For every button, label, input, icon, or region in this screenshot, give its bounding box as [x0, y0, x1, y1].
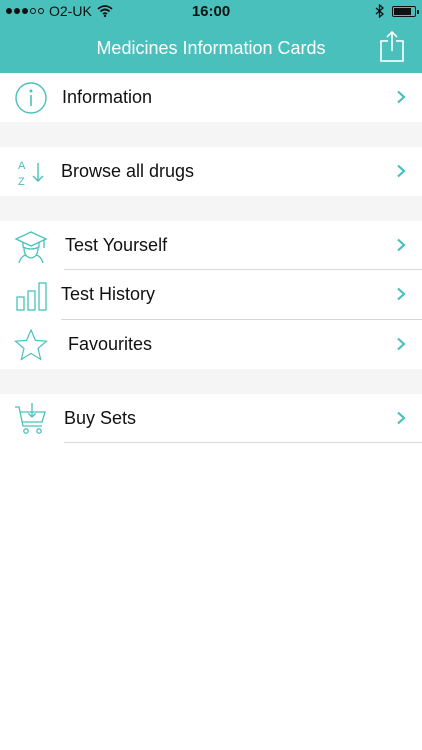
page-title: Medicines Information Cards [96, 38, 326, 58]
menu-item-browse[interactable]: A Z Browse all drugs [0, 147, 422, 196]
section-separator [0, 369, 422, 394]
star-icon [14, 328, 48, 361]
graduate-icon [14, 231, 48, 263]
menu-item-label: Test History [61, 284, 156, 304]
menu-item-information[interactable]: Information [0, 73, 422, 122]
status-right [375, 4, 419, 18]
info-icon [15, 82, 47, 114]
section-separator [0, 122, 422, 147]
battery-icon [392, 5, 419, 17]
nav-bar: O2-UK 16:00 Medicines Information Cards [0, 0, 422, 73]
share-icon[interactable] [378, 30, 406, 62]
bar-chart-icon [16, 282, 47, 311]
bluetooth-icon [375, 4, 384, 18]
status-bar: O2-UK 16:00 [0, 0, 422, 24]
svg-text:Z: Z [18, 176, 25, 188]
chevron-right-icon [397, 287, 406, 301]
az-sort-icon: A Z [18, 160, 44, 188]
menu-item-label: Information [62, 87, 153, 107]
chevron-right-icon [397, 90, 406, 104]
cart-icon [15, 403, 46, 434]
menu-item-favourites[interactable]: Favourites [0, 320, 422, 369]
row-divider [64, 442, 422, 443]
menu-item-test-yourself[interactable]: Test Yourself [0, 221, 422, 270]
menu-item-label: Buy Sets [64, 408, 137, 428]
chevron-right-icon [397, 238, 406, 252]
svg-text:A: A [18, 160, 26, 172]
chevron-right-icon [397, 164, 406, 178]
chevron-right-icon [397, 337, 406, 351]
chevron-right-icon [397, 411, 406, 425]
menu-item-test-history[interactable]: Test History [0, 270, 422, 319]
status-time: 16:00 [191, 3, 231, 20]
menu-item-label: Favourites [68, 334, 153, 354]
menu-item-label: Browse all drugs [61, 161, 195, 181]
menu-item-label: Test Yourself [65, 235, 168, 255]
section-separator [0, 196, 422, 221]
menu-item-buy-sets[interactable]: Buy Sets [0, 394, 422, 443]
